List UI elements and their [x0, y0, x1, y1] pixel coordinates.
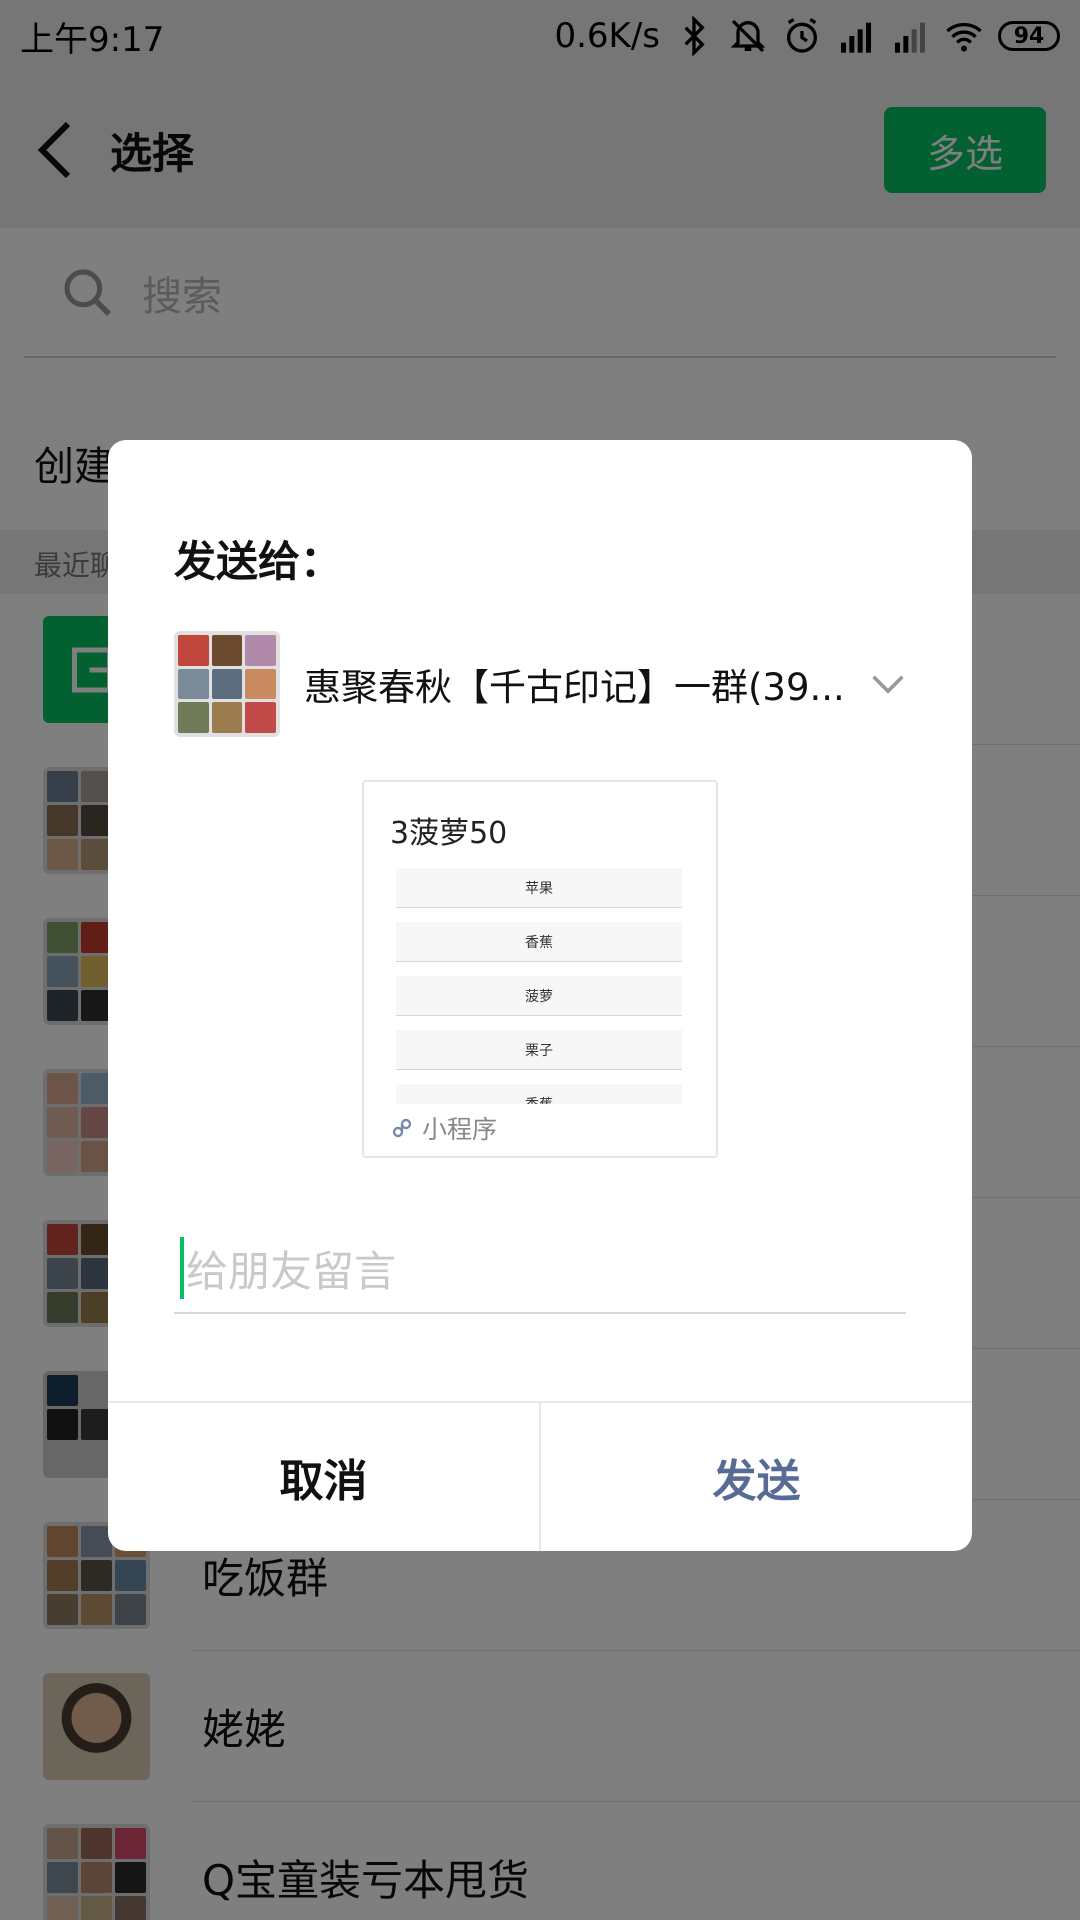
- recipient-row[interactable]: 惠聚春秋【千古印记】一群(39...: [174, 630, 906, 738]
- card-source-label: 小程序: [422, 1115, 498, 1144]
- mini-program-icon: [392, 1118, 412, 1138]
- send-button[interactable]: 发送: [541, 1403, 972, 1551]
- card-title: 3菠萝50: [390, 816, 508, 851]
- cancel-button[interactable]: 取消: [108, 1403, 541, 1551]
- text-caret: [180, 1237, 184, 1299]
- recipient-avatar: [174, 631, 280, 737]
- preview-item: 香蕉: [396, 1084, 682, 1104]
- preview-item: 苹果: [396, 868, 682, 908]
- preview-item: 栗子: [396, 1030, 682, 1070]
- preview-item: 菠萝: [396, 976, 682, 1016]
- chevron-down-icon[interactable]: [870, 672, 906, 696]
- message-input[interactable]: 给朋友留言: [174, 1224, 906, 1314]
- dialog-title: 发送给：: [174, 537, 343, 586]
- card-footer: 小程序: [390, 1110, 497, 1146]
- message-placeholder: 给朋友留言: [186, 1246, 397, 1296]
- send-dialog: 发送给： 惠聚春秋【千古印记】一群(39... 3菠萝50 苹果 香蕉 菠萝 栗…: [108, 440, 972, 1551]
- recipient-name: 惠聚春秋【千古印记】一群(39...: [304, 666, 845, 709]
- mini-program-card: 3菠萝50 苹果 香蕉 菠萝 栗子 香蕉 小程序: [362, 780, 718, 1158]
- preview-item: 香蕉: [396, 922, 682, 962]
- dialog-actions: 取消 发送: [108, 1401, 972, 1551]
- card-preview: 苹果 香蕉 菠萝 栗子 香蕉: [396, 868, 682, 1104]
